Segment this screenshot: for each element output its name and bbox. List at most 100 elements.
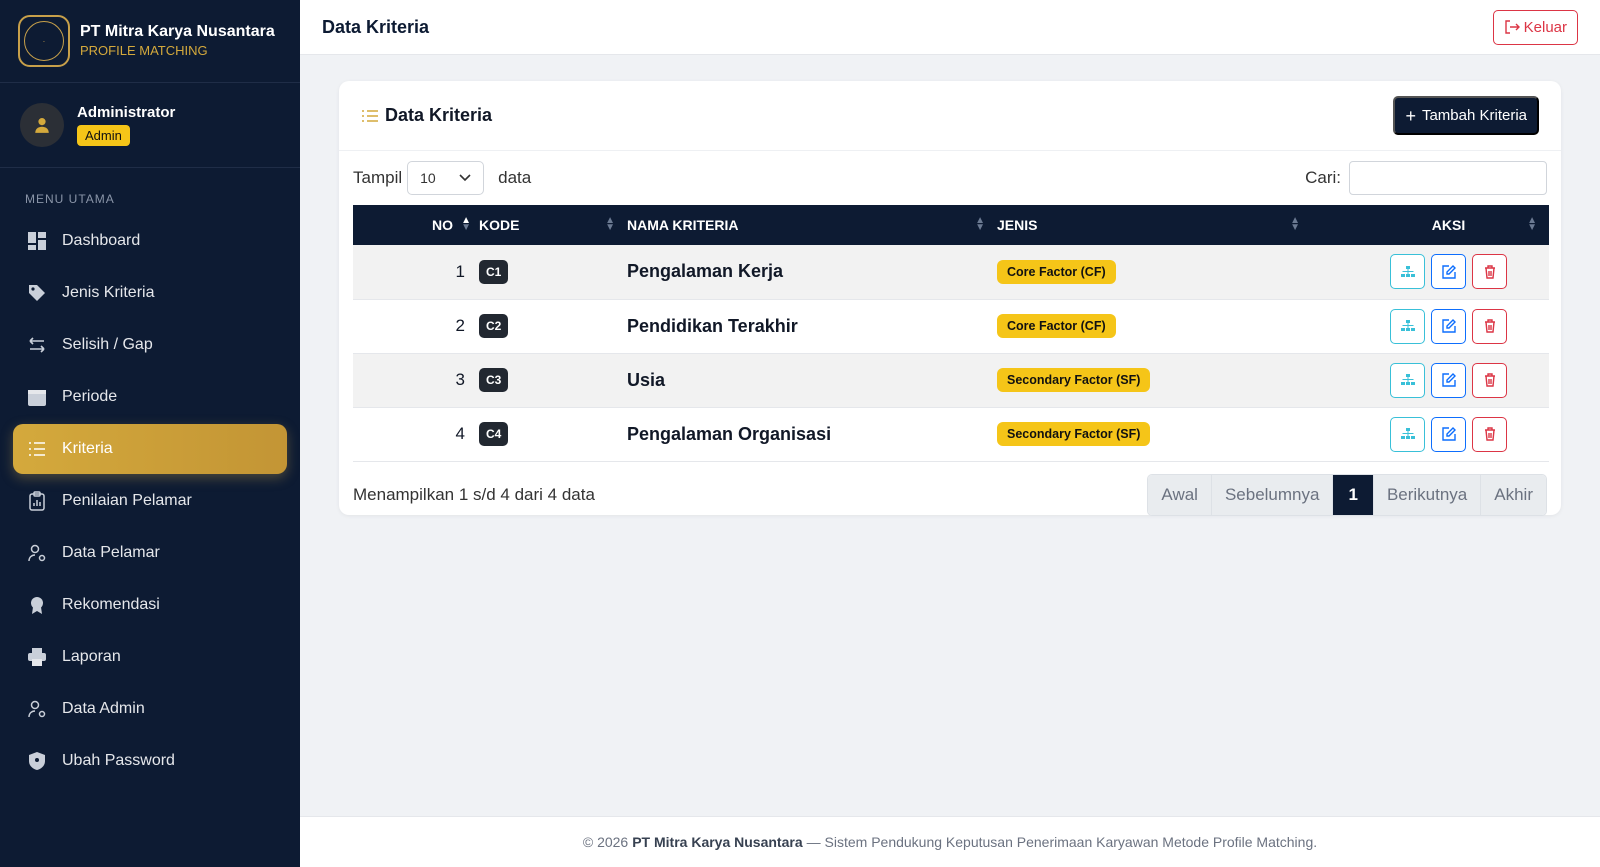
- page-footer: © 2026 PT Mitra Karya Nusantara — Sistem…: [300, 816, 1600, 867]
- cell-nama: Pendidikan Terakhir: [627, 299, 997, 353]
- cell-kode: C3: [479, 353, 627, 407]
- pagination-current[interactable]: 1: [1333, 474, 1374, 515]
- sidebar-item-label: Data Pelamar: [62, 544, 160, 561]
- award-icon: [26, 594, 48, 616]
- header-kode[interactable]: KODE ▲ ▼: [479, 205, 627, 245]
- sort-icon: ▲ ▼: [1290, 215, 1300, 233]
- cell-nama: Pengalaman Organisasi: [627, 407, 997, 461]
- pagination-last[interactable]: Akhir: [1481, 474, 1546, 515]
- sidebar-item-jenis-kriteria[interactable]: Jenis Kriteria: [13, 268, 287, 318]
- brand-name: PT Mitra Karya Nusantara: [80, 23, 275, 40]
- logout-icon: [1504, 20, 1520, 34]
- sidebar-item-label: Kriteria: [62, 440, 113, 457]
- header-aksi[interactable]: AKSI ▲ ▼: [1312, 205, 1549, 245]
- sidebar-item-ubah-password[interactable]: Ubah Password: [13, 736, 287, 786]
- sidebar-item-periode[interactable]: Periode: [13, 372, 287, 422]
- brand[interactable]: · PT Mitra Karya Nusantara PROFILE MATCH…: [0, 0, 300, 83]
- sidebar-item-penilaian-pelamar[interactable]: Penilaian Pelamar: [13, 476, 287, 526]
- sidebar-item-kriteria[interactable]: Kriteria: [13, 424, 287, 474]
- printer-icon: [26, 646, 48, 668]
- delete-button[interactable]: [1472, 254, 1507, 290]
- table-info: Menampilkan 1 s/d 4 dari 4 data: [353, 484, 595, 504]
- jenis-badge: Secondary Factor (SF): [997, 368, 1151, 392]
- sidebar-item-laporan[interactable]: Laporan: [13, 632, 287, 682]
- search-input[interactable]: [1349, 161, 1547, 195]
- brand-subtitle: PROFILE MATCHING: [80, 43, 208, 58]
- clipboard-chart-icon: [26, 490, 48, 512]
- criteria-name: Pendidikan Terakhir: [627, 315, 798, 336]
- edit-button[interactable]: [1431, 416, 1466, 452]
- header-no[interactable]: NO ▲ ▼: [353, 205, 479, 245]
- delete-button[interactable]: [1472, 308, 1507, 344]
- show-prefix: Tampil: [353, 168, 403, 187]
- page-size-select[interactable]: 10: [407, 161, 485, 195]
- sidebar-item-label: Laporan: [62, 648, 121, 665]
- cell-nama: Usia: [627, 353, 997, 407]
- subcriteria-button[interactable]: [1390, 254, 1425, 290]
- subcriteria-button[interactable]: [1390, 362, 1425, 398]
- delete-button[interactable]: [1472, 416, 1507, 452]
- sidebar-item-selisih-gap[interactable]: Selisih / Gap: [13, 320, 287, 370]
- kode-badge: C3: [479, 368, 509, 392]
- sidebar-item-label: Ubah Password: [62, 752, 175, 769]
- card-title: Data Kriteria: [361, 105, 492, 126]
- jenis-badge: Secondary Factor (SF): [997, 422, 1151, 446]
- kode-badge: C2: [479, 314, 509, 338]
- edit-button[interactable]: [1431, 308, 1466, 344]
- plus-icon: +: [1405, 105, 1416, 126]
- page-size-value: 10: [420, 170, 436, 186]
- header-no-label: NO: [432, 217, 453, 233]
- avatar: [20, 103, 64, 147]
- sort-icon: ▲ ▼: [975, 215, 985, 233]
- cell-jenis: Core Factor (CF): [997, 245, 1312, 299]
- table-row: 1 C1 Pengalaman Kerja Core Factor (CF): [353, 245, 1549, 299]
- dashboard-icon: [26, 230, 48, 252]
- page-title: Data Kriteria: [322, 16, 430, 37]
- header-jenis-label: JENIS: [997, 217, 1038, 233]
- list-icon: [362, 109, 378, 122]
- pagination-next[interactable]: Berikutnya: [1373, 474, 1482, 515]
- brand-logo: ·: [18, 15, 70, 67]
- header-aksi-label: AKSI: [1431, 217, 1466, 233]
- sidebar-item-label: Dashboard: [62, 232, 141, 249]
- sidebar-item-data-admin[interactable]: Data Admin: [13, 684, 287, 734]
- criteria-name: Pengalaman Organisasi: [627, 423, 832, 444]
- trash-icon: [1484, 319, 1495, 333]
- sidebar-item-rekomendasi[interactable]: Rekomendasi: [13, 580, 287, 630]
- subcriteria-button[interactable]: [1390, 416, 1425, 452]
- logout-button[interactable]: Keluar: [1492, 9, 1578, 45]
- add-criteria-label: Tambah Kriteria: [1421, 107, 1527, 124]
- delete-button[interactable]: [1472, 362, 1507, 398]
- pagination-first[interactable]: Awal: [1148, 474, 1212, 515]
- sidebar-item-data-pelamar[interactable]: Data Pelamar: [13, 528, 287, 578]
- add-criteria-button[interactable]: + Tambah Kriteria: [1393, 96, 1539, 135]
- user-gear-icon: [26, 698, 48, 720]
- footer-description: — Sistem Pendukung Keputusan Penerimaan …: [806, 834, 1318, 850]
- sidebar-item-dashboard[interactable]: Dashboard: [13, 216, 287, 266]
- table-footer: Menampilkan 1 s/d 4 dari 4 data Awal Seb…: [339, 462, 1561, 516]
- cell-aksi: [1312, 353, 1549, 407]
- menu-title: MENU UTAMA: [25, 192, 115, 206]
- pagination-prev[interactable]: Sebelumnya: [1211, 474, 1334, 515]
- cell-aksi: [1312, 245, 1549, 299]
- sitemap-icon: [1400, 320, 1415, 331]
- sort-icon: ▲ ▼: [461, 215, 471, 233]
- criteria-card: Data Kriteria + Tambah Kriteria Tampil 1…: [339, 81, 1561, 516]
- sidebar-item-label: Selisih / Gap: [62, 336, 153, 353]
- subcriteria-button[interactable]: [1390, 308, 1425, 344]
- trash-icon: [1484, 265, 1495, 279]
- edit-button[interactable]: [1431, 254, 1466, 290]
- shield-icon: [26, 750, 48, 772]
- header-kode-label: KODE: [479, 217, 520, 233]
- arrows-icon: [26, 334, 48, 356]
- edit-button[interactable]: [1431, 362, 1466, 398]
- cell-aksi: [1312, 407, 1549, 461]
- table-row: 4 C4 Pengalaman Organisasi Secondary Fac…: [353, 407, 1549, 461]
- role-badge: Admin: [77, 125, 130, 146]
- header-nama[interactable]: NAMA KRITERIA ▲ ▼: [627, 205, 997, 245]
- kode-badge: C4: [479, 422, 509, 446]
- cell-jenis: Secondary Factor (SF): [997, 407, 1312, 461]
- header-jenis[interactable]: JENIS ▲ ▼: [997, 205, 1312, 245]
- table-controls: Tampil 10 data Cari:: [339, 151, 1561, 205]
- sidebar-item-label: Penilaian Pelamar: [62, 492, 192, 509]
